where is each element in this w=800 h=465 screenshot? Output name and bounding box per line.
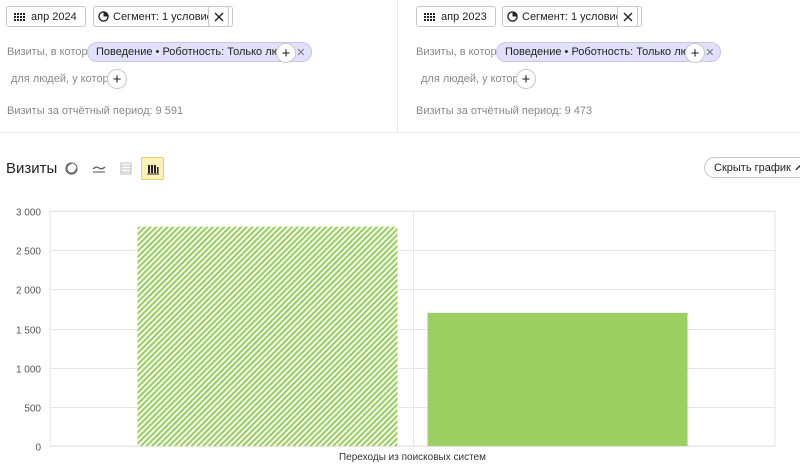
pie-segment-icon [98, 11, 109, 22]
area-chart-button[interactable] [114, 157, 137, 180]
y-tick-label: 500 [24, 404, 41, 415]
date-label: апр 2023 [441, 10, 487, 23]
date-label: апр 2024 [31, 10, 77, 23]
y-tick-label: 1 000 [16, 365, 41, 376]
close-icon[interactable]: ✕ [705, 46, 714, 59]
close-icon[interactable]: ✕ [296, 46, 305, 59]
pie-segment-icon [507, 11, 518, 22]
condition-tag-label: Поведение • Роботность: Только люди [96, 46, 293, 58]
close-icon [214, 12, 223, 21]
add-people-condition-button[interactable]: + [107, 69, 127, 89]
close-icon [623, 12, 632, 21]
segment-label: Сегмент: 1 условие [522, 10, 622, 23]
calendar-grid-icon [424, 12, 435, 21]
plus-icon: + [690, 44, 700, 62]
y-tick-label: 3 000 [16, 208, 41, 219]
people-label: для людей, у которых [11, 73, 122, 85]
y-tick-label: 2 000 [16, 286, 41, 297]
pie-chart-icon [65, 162, 78, 175]
bar[interactable] [137, 226, 398, 446]
bar[interactable] [427, 312, 688, 446]
add-condition-button[interactable]: + [276, 43, 296, 63]
visits-bar-chart: 0 500 1 000 1 500 2 000 2 500 3 000 Переходы из… [16, 208, 776, 463]
calendar-grid-icon [14, 12, 25, 21]
segment-label: Сегмент: 1 условие [113, 10, 213, 23]
plus-icon: + [521, 70, 531, 88]
area-chart-icon [120, 162, 131, 175]
y-tick-label: 1 500 [16, 326, 41, 337]
line-chart-button[interactable] [87, 157, 110, 180]
segment-panel-2024: апр 2024 Сегмент: 1 условие Визиты, в ко… [0, 0, 398, 132]
panel-divider [0, 132, 800, 133]
plus-icon: + [281, 44, 291, 62]
plus-icon: + [112, 70, 122, 88]
add-people-condition-button[interactable]: + [516, 69, 536, 89]
bar-chart-button[interactable] [141, 157, 164, 180]
pie-chart-button[interactable] [60, 157, 83, 180]
chart-title: Визиты [6, 160, 58, 177]
period-visits: Визиты за отчётный период: 9 591 [7, 105, 184, 117]
hide-chart-label: Скрыть график [714, 161, 791, 174]
remove-segment-button[interactable] [208, 6, 229, 27]
segment-panel-2023: апр 2023 Сегмент: 1 условие Визиты, в ко… [399, 0, 800, 132]
x-tick-label: Переходы из поисковых систем [339, 452, 486, 463]
line-chart-icon [92, 165, 105, 173]
date-picker-button[interactable]: апр 2024 [6, 6, 86, 27]
date-picker-button[interactable]: апр 2023 [416, 6, 496, 27]
y-tick-label: 0 [35, 443, 41, 454]
period-visits: Визиты за отчётный период: 9 473 [416, 105, 593, 117]
chevron-up-icon [795, 164, 800, 170]
add-condition-button[interactable]: + [685, 43, 705, 63]
condition-tag-label: Поведение • Роботность: Только люди [505, 46, 702, 58]
bar-chart-icon [146, 164, 159, 174]
y-tick-label: 2 500 [16, 247, 41, 258]
hide-chart-button[interactable]: Скрыть график [704, 157, 800, 178]
remove-segment-button[interactable] [617, 6, 638, 27]
